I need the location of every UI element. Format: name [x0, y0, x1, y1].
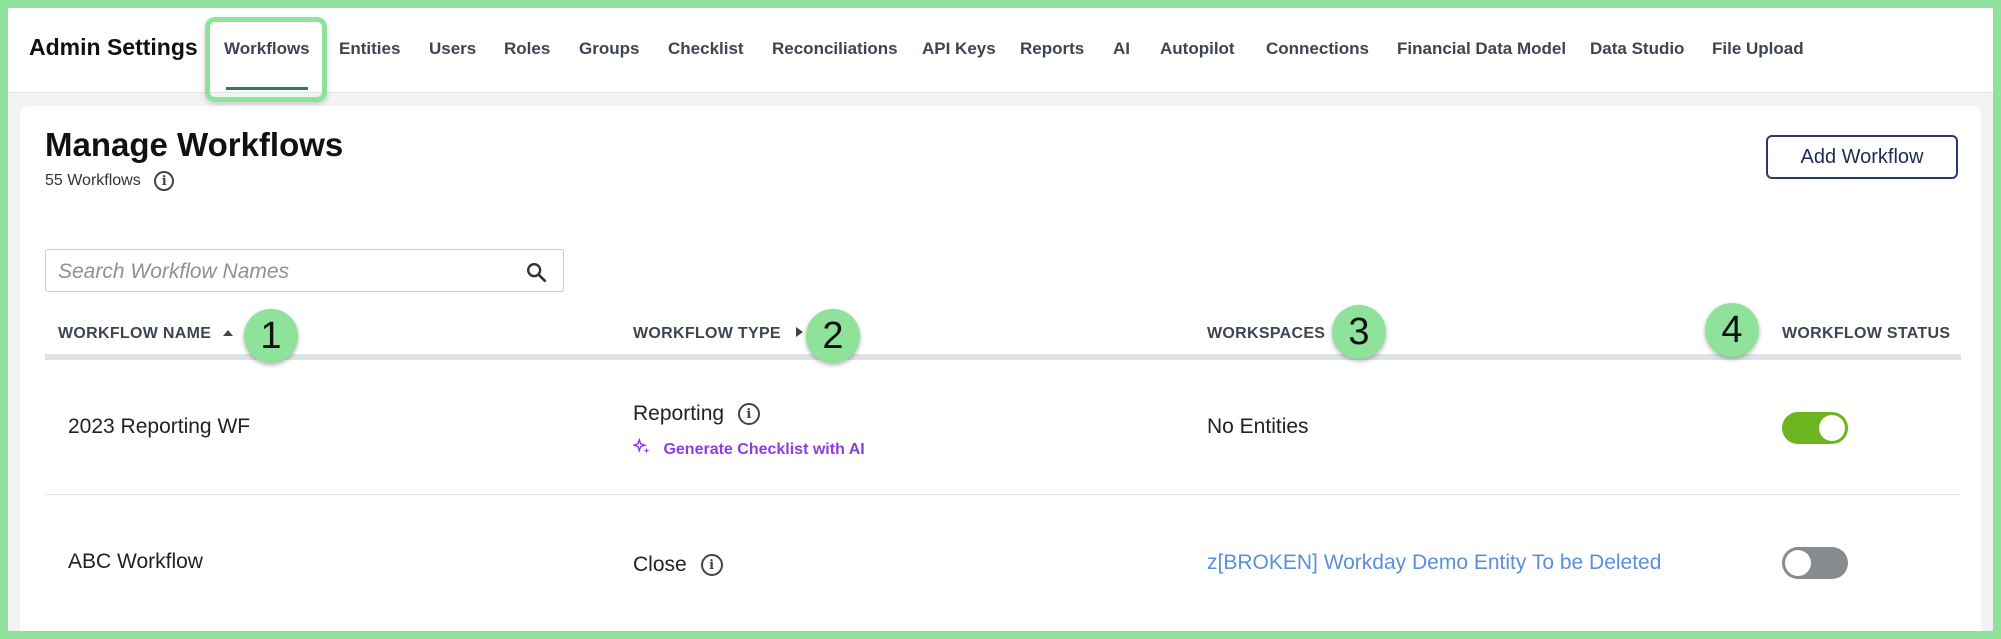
active-tab-underline	[226, 87, 308, 90]
tab-checklist[interactable]: Checklist	[668, 39, 744, 59]
app-title: Admin Settings	[29, 34, 198, 60]
sort-ascending-icon	[222, 330, 233, 336]
tab-roles[interactable]: Roles	[504, 39, 550, 59]
row-1-workflow-name[interactable]: 2023 Reporting WF	[68, 415, 250, 439]
column-header-workflow-type[interactable]: WORKFLOW TYPE	[633, 325, 804, 343]
tab-users[interactable]: Users	[429, 39, 476, 59]
toggle-knob	[1785, 550, 1811, 576]
tab-ai[interactable]: AI	[1113, 39, 1130, 59]
tab-financial-data-model[interactable]: Financial Data Model	[1397, 39, 1566, 59]
tab-groups[interactable]: Groups	[579, 39, 639, 59]
sort-caret-right-icon	[795, 327, 803, 337]
column-header-workspaces[interactable]: WORKSPACES	[1207, 325, 1325, 343]
row-1-workflow-type-label: Reporting	[633, 402, 725, 425]
row-2-workflow-type-label: Close	[633, 553, 687, 576]
toggle-knob	[1819, 415, 1845, 441]
tab-entities[interactable]: Entities	[339, 39, 400, 59]
content-panel	[20, 106, 1981, 639]
info-icon[interactable]: i	[737, 403, 760, 426]
sparkle-icon	[631, 437, 650, 454]
page-title: Manage Workflows	[45, 126, 344, 163]
workflow-count-label: 55 Workflows	[45, 172, 141, 190]
row-2-workflow-type: Close i	[633, 553, 723, 577]
info-icon[interactable]: i	[154, 171, 175, 191]
annotation-marker-4: 4	[1705, 303, 1759, 357]
column-header-workflow-name[interactable]: WORKFLOW NAME	[58, 325, 234, 343]
search-box	[45, 249, 564, 292]
annotation-marker-3: 3	[1332, 305, 1386, 359]
tab-autopilot[interactable]: Autopilot	[1160, 39, 1235, 59]
column-header-workflow-status[interactable]: WORKFLOW STATUS	[1782, 325, 1950, 343]
tab-api-keys[interactable]: API Keys	[922, 39, 996, 59]
row-divider	[45, 494, 1961, 495]
tab-workflows[interactable]: Workflows	[224, 39, 310, 59]
row-2-workspaces-link[interactable]: z[BROKEN] Workday Demo Entity To be Dele…	[1207, 551, 1661, 575]
search-input[interactable]	[56, 256, 500, 288]
row-2-workflow-name[interactable]: ABC Workflow	[68, 550, 203, 574]
tab-connections[interactable]: Connections	[1266, 39, 1369, 59]
add-workflow-button[interactable]: Add Workflow	[1766, 135, 1958, 179]
generate-checklist-ai-link[interactable]: Generate Checklist with AI	[631, 437, 865, 459]
tab-reconciliations[interactable]: Reconciliations	[772, 39, 898, 59]
column-header-workflow-type-label: WORKFLOW TYPE	[633, 325, 781, 342]
tab-file-upload[interactable]: File Upload	[1712, 39, 1804, 59]
header-divider	[45, 354, 1961, 360]
workflow-count: 55 Workflows i	[45, 171, 175, 191]
info-icon[interactable]: i	[700, 554, 723, 577]
annotation-marker-2: 2	[806, 309, 860, 363]
search-icon[interactable]	[525, 261, 547, 283]
annotation-marker-1: 1	[244, 309, 298, 363]
row-2-status-toggle[interactable]	[1782, 547, 1848, 579]
tab-reports[interactable]: Reports	[1020, 39, 1084, 59]
tab-data-studio[interactable]: Data Studio	[1590, 39, 1684, 59]
row-1-workflow-type: Reporting i	[633, 402, 760, 426]
row-1-status-toggle[interactable]	[1782, 412, 1848, 444]
column-header-workflow-name-label: WORKFLOW NAME	[58, 325, 212, 342]
row-1-workspaces: No Entities	[1207, 415, 1309, 438]
generate-checklist-ai-label: Generate Checklist with AI	[663, 441, 865, 458]
